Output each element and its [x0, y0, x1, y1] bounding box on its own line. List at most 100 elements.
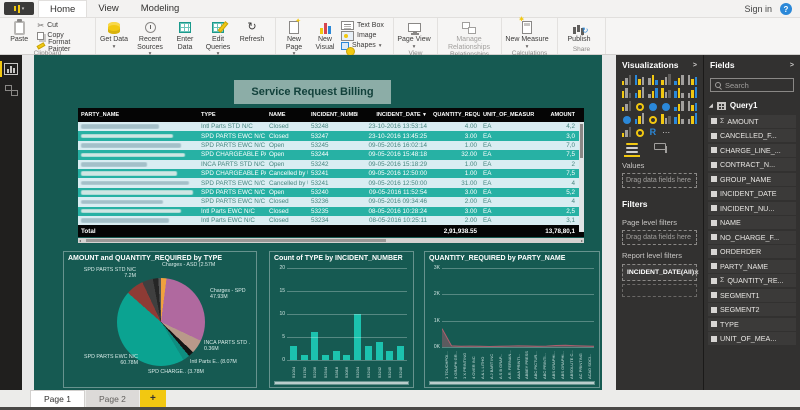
- page-filters-drag-target[interactable]: Drag data fields here: [622, 230, 697, 245]
- table-row[interactable]: SPD PARTS EWC N/C Closed 53236 09-05-2016 0…: [78, 197, 584, 207]
- field-checkbox[interactable]: [711, 277, 717, 284]
- viz-more-options-icon[interactable]: ⋯: [660, 126, 673, 137]
- expand-icon[interactable]: ◢: [709, 103, 713, 109]
- page-tab-1[interactable]: Page 1: [30, 390, 85, 407]
- viz-100-stacked-column-chart-icon[interactable]: [686, 74, 699, 85]
- field-checkbox[interactable]: [711, 263, 717, 269]
- field-item-contract-n-[interactable]: CONTRACT_N...: [708, 158, 796, 171]
- field-checkbox[interactable]: [711, 321, 717, 327]
- field-item-orderder[interactable]: ORDERDER: [708, 245, 796, 258]
- viz-waterfall-chart-icon[interactable]: [686, 87, 699, 98]
- table-row[interactable]: SPD PARTS EWC N/C Open 53245 09-05-2016 16:…: [78, 140, 584, 151]
- page-tab-2[interactable]: Page 2: [85, 390, 139, 407]
- table-row[interactable]: Intl Parts EWC N/C Closed 53235 08-05-2016 …: [78, 206, 584, 216]
- field-item-no-charge-f-[interactable]: NO_CHARGE_F...: [708, 230, 796, 244]
- table-row[interactable]: SPD CHARGEABLE PARTSCancelled by User532…: [78, 168, 584, 179]
- field-checkbox[interactable]: [711, 248, 717, 255]
- field-checkbox[interactable]: [711, 292, 717, 298]
- field-checkbox[interactable]: [711, 176, 717, 182]
- add-page-button[interactable]: +: [139, 390, 166, 407]
- help-icon[interactable]: ?: [780, 3, 792, 15]
- bar[interactable]: [332, 350, 340, 360]
- viz-kpi-icon[interactable]: [686, 113, 699, 124]
- field-item-cancelled-f-[interactable]: CANCELLED_F...: [708, 129, 796, 142]
- viz-donut-chart-icon[interactable]: [633, 126, 646, 137]
- column-header-incident_date[interactable]: INCIDENT_DATE ▼: [358, 112, 430, 118]
- viz-clustered-bar-chart-icon[interactable]: [646, 74, 659, 85]
- bar[interactable]: [290, 346, 297, 360]
- pie-chart-visual[interactable]: AMOUNT and QUANTITY_REQUIRED by TYPE Cha…: [63, 251, 257, 388]
- area-chart-visual[interactable]: QUANTITY_REQUIRED by PARTY_NAME 3K 2K 1K 0K…: [424, 251, 600, 388]
- fields-search-input[interactable]: Search: [710, 78, 794, 92]
- field-item-unit-of-mea-[interactable]: UNIT_OF_MEA...: [708, 332, 796, 345]
- publish-button[interactable]: Publish: [561, 20, 597, 44]
- format-painter-button[interactable]: Format Painter: [36, 39, 92, 53]
- app-menu-button[interactable]: ▾: [4, 2, 34, 15]
- column-header-party_name[interactable]: PARTY_NAME: [78, 112, 198, 118]
- cut-button[interactable]: ✂ Cut: [37, 21, 92, 30]
- edit-queries-button[interactable]: Edit Queries▾: [201, 20, 235, 57]
- table-row[interactable]: Intl Parts EWC N/C Closed 53234 08-05-2016 …: [78, 215, 584, 226]
- viz-slicer-icon[interactable]: [620, 126, 633, 137]
- table-row[interactable]: Intl Parts STD N/C Closed 53248 23-10-2016 …: [78, 122, 584, 132]
- table-row[interactable]: SPD PARTS EWC N/C Open 53240 09-05-2016 11:…: [78, 187, 584, 198]
- field-item-incident-date[interactable]: INCIDENT_DATE: [708, 187, 796, 200]
- field-checkbox[interactable]: [711, 161, 717, 168]
- get-data-button[interactable]: Get Data ▾: [99, 20, 129, 50]
- bar[interactable]: [396, 346, 404, 360]
- field-checkbox[interactable]: [711, 234, 717, 240]
- viz-gauge-icon[interactable]: [646, 113, 659, 124]
- field-item-segment2[interactable]: SEGMENT2: [708, 303, 796, 316]
- column-header-amount[interactable]: AMOUNT: [534, 112, 578, 118]
- viz-pie-chart-icon[interactable]: [633, 100, 646, 111]
- viz-stacked-column-chart-icon[interactable]: [633, 74, 646, 85]
- text-box-button[interactable]: Text Box: [341, 21, 384, 30]
- bar[interactable]: [364, 346, 372, 360]
- viz-stacked-area-chart-icon[interactable]: [646, 87, 659, 98]
- column-header-incident_number[interactable]: INCIDENT_NUMBER: [308, 112, 358, 118]
- field-item-party-name[interactable]: PARTY_NAME: [708, 259, 796, 273]
- ribbon-tab-home[interactable]: Home: [38, 0, 88, 17]
- report-canvas[interactable]: Service Request Billing PARTY_NAME TYPE NA…: [34, 55, 602, 390]
- billing-table-visual[interactable]: PARTY_NAMETYPENAMEINCIDENT_NUMBERINCIDEN…: [78, 108, 584, 244]
- viz-line-stacked-column-chart-icon[interactable]: [673, 87, 686, 98]
- table-row[interactable]: SPD CHARGEABLE PARTSOpen 53244 09-05-2016 …: [78, 150, 584, 160]
- column-header-name[interactable]: NAME: [266, 112, 308, 118]
- field-item-segment1[interactable]: SEGMENT1: [708, 288, 796, 302]
- filter-icon[interactable]: ▼: [421, 112, 427, 118]
- query1-table-node[interactable]: ◢ Query1: [704, 98, 800, 113]
- format-tab-paint-roller-icon[interactable]: [654, 143, 667, 153]
- field-item-amount[interactable]: Σ AMOUNT: [708, 114, 796, 128]
- field-checkbox[interactable]: [711, 306, 717, 313]
- viz-card-icon[interactable]: [673, 113, 686, 124]
- scrollbar-thumb[interactable]: [580, 124, 583, 158]
- relationships-view-button[interactable]: [4, 85, 18, 96]
- bar[interactable]: [375, 341, 383, 360]
- values-drag-target[interactable]: Drag data fields here: [622, 173, 697, 188]
- report-view-button[interactable]: [4, 63, 18, 75]
- new-measure-button[interactable]: New Measure▾: [505, 17, 549, 50]
- viz-map-icon[interactable]: [660, 100, 673, 111]
- field-item-charge-line-[interactable]: CHARGE_LINE_...: [708, 143, 796, 157]
- viz-line-clustered-column-chart-icon[interactable]: [660, 87, 673, 98]
- new-page-button[interactable]: New Page▾: [279, 18, 309, 57]
- enter-data-button[interactable]: Enter Data: [171, 20, 199, 51]
- column-header-unit_of_measure_code[interactable]: UNIT_OF_MEASURE_CODE: [480, 112, 534, 118]
- bar[interactable]: [386, 350, 394, 360]
- field-checkbox[interactable]: [711, 147, 717, 153]
- field-item-group-name[interactable]: GROUP_NAME: [708, 172, 796, 186]
- viz-filled-map-icon[interactable]: [620, 113, 633, 124]
- viz-r-script-icon[interactable]: R: [646, 126, 659, 137]
- report-filters-drag-target[interactable]: [622, 284, 697, 297]
- collapse-panel-icon[interactable]: >: [790, 62, 794, 69]
- manage-relationships-button[interactable]: Manage Relationships: [441, 20, 497, 51]
- area-chart-scrollbar[interactable]: [429, 381, 595, 385]
- viz-line-chart-icon[interactable]: [620, 87, 633, 98]
- viz-table-icon[interactable]: [673, 100, 686, 111]
- field-checkbox[interactable]: [711, 190, 717, 197]
- viz-treemap-icon[interactable]: [646, 100, 659, 111]
- table-row[interactable]: SPD PARTS EWC N/C Closed 53247 23-10-2016 1…: [78, 131, 584, 141]
- field-checkbox[interactable]: [711, 335, 717, 342]
- field-checkbox[interactable]: [711, 205, 717, 211]
- table-row[interactable]: SPD PARTS EWC N/CCancelled by User53241 0…: [78, 178, 584, 188]
